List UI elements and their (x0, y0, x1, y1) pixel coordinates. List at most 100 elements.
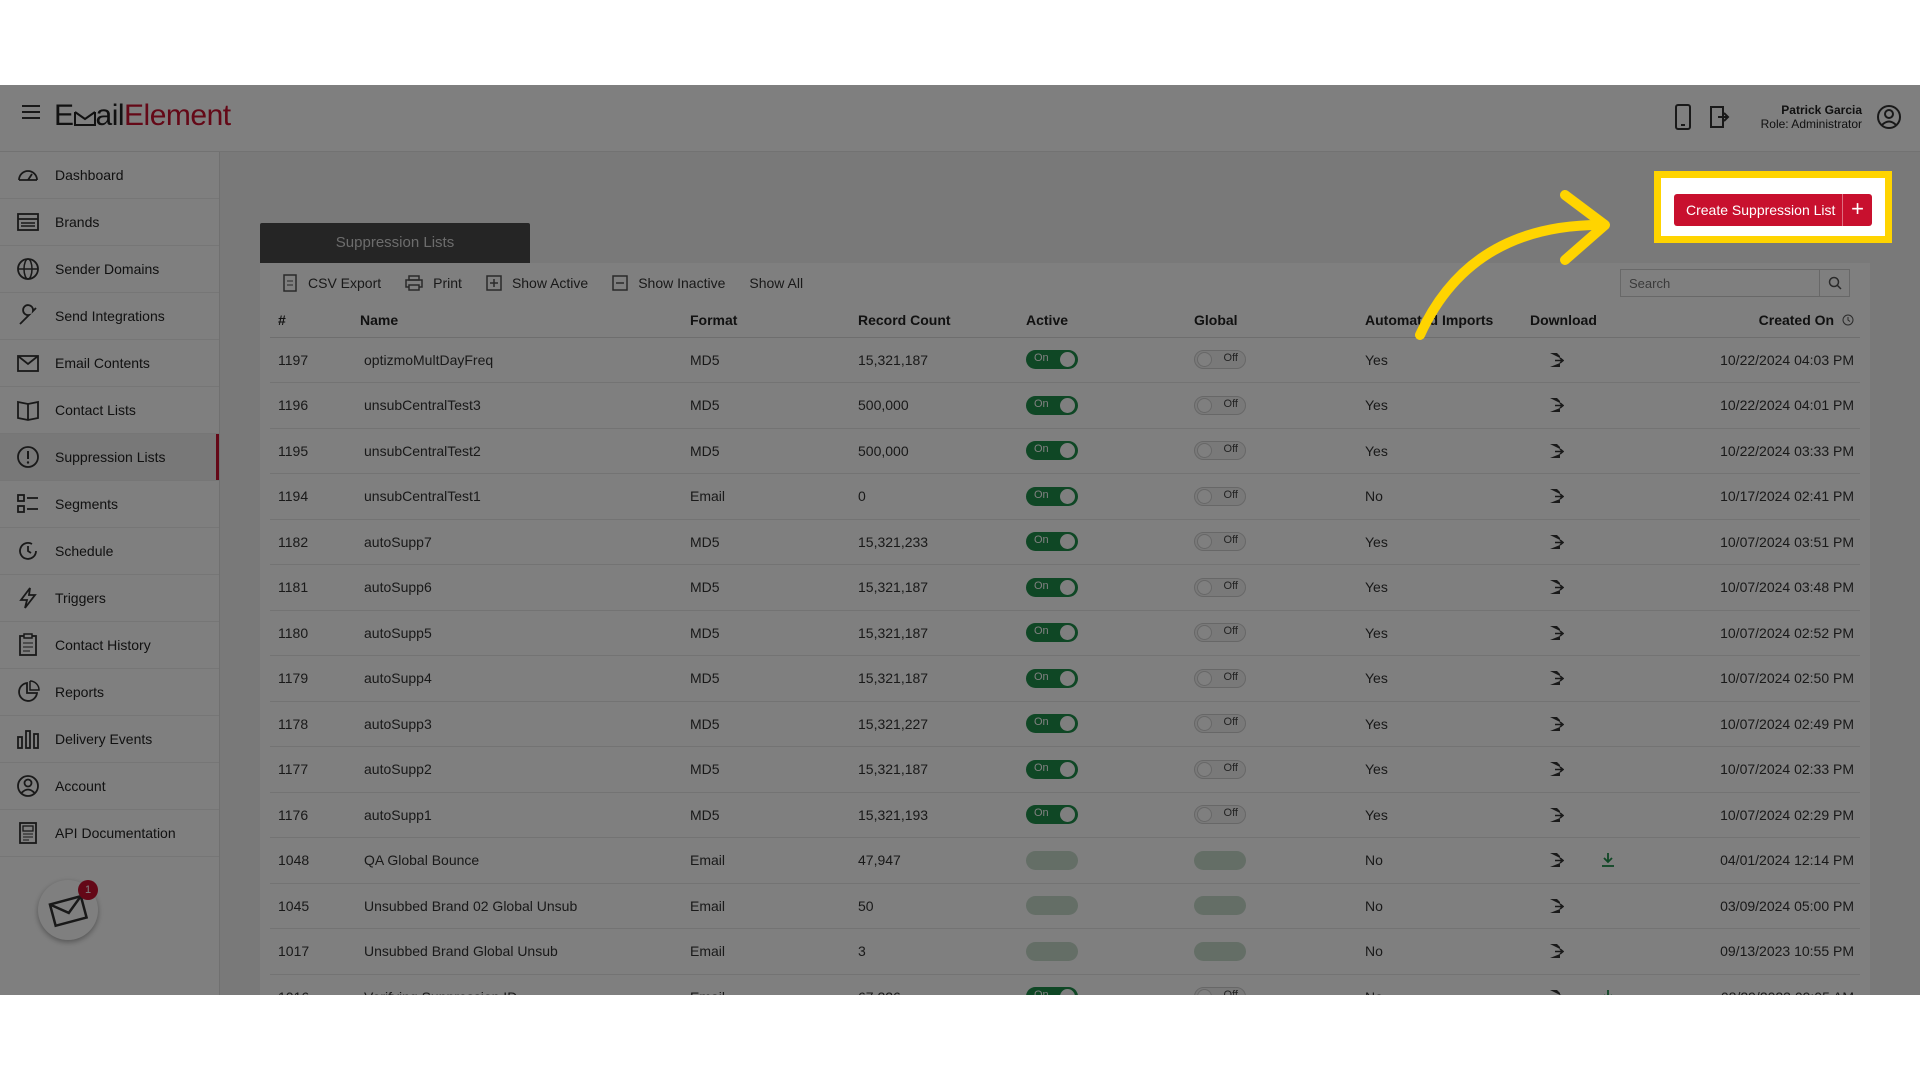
global-toggle[interactable]: Off (1194, 486, 1246, 506)
active-toggle[interactable]: On (1026, 668, 1078, 688)
logout-icon[interactable] (1708, 103, 1730, 131)
sidebar-item-contact-history[interactable]: Contact History (0, 622, 219, 669)
active-toggle[interactable]: On (1026, 987, 1078, 995)
global-toggle[interactable]: Off (1194, 623, 1246, 643)
global-toggle[interactable] (1194, 896, 1246, 916)
export-file-icon[interactable] (1548, 443, 1564, 459)
export-file-icon[interactable] (1548, 534, 1564, 550)
column-header-active[interactable]: Active (1026, 303, 1194, 338)
column-header-name[interactable]: Name (354, 303, 690, 338)
column-header-format[interactable]: Format (690, 303, 858, 338)
table-row[interactable]: 1180 autoSupp5 MD5 15,321,187 On Off Yes 10/07/… (270, 610, 1860, 656)
download-icon[interactable] (1600, 852, 1616, 868)
global-toggle[interactable]: Off (1194, 577, 1246, 597)
active-toggle[interactable]: On (1026, 623, 1078, 643)
global-toggle[interactable]: Off (1194, 987, 1246, 995)
table-row[interactable]: 1017 Unsubbed Brand Global Unsub Email 3 No 0… (270, 928, 1860, 975)
export-file-icon[interactable] (1548, 898, 1564, 914)
global-toggle[interactable]: Off (1194, 441, 1246, 461)
sidebar-item-email-contents[interactable]: Email Contents (0, 340, 219, 387)
user-circle-icon[interactable] (1876, 104, 1902, 130)
show-active-button[interactable]: Show Active (486, 275, 588, 291)
export-file-icon[interactable] (1548, 761, 1564, 777)
active-toggle[interactable]: On (1026, 577, 1078, 597)
export-file-icon[interactable] (1548, 579, 1564, 595)
table-row[interactable]: 1197 optizmoMultDayFreq MD5 15,321,187 On Off… (270, 337, 1860, 383)
sidebar-item-brands[interactable]: Brands (0, 199, 219, 246)
export-file-icon[interactable] (1548, 625, 1564, 641)
active-toggle[interactable]: On (1026, 350, 1078, 370)
active-toggle[interactable] (1026, 850, 1078, 870)
global-toggle[interactable]: Off (1194, 532, 1246, 552)
toggle-knob (1060, 625, 1075, 641)
sidebar-item-account[interactable]: Account (0, 763, 219, 810)
show-all-button[interactable]: Show All (749, 275, 803, 291)
export-file-icon[interactable] (1548, 716, 1564, 732)
sidebar-item-triggers[interactable]: Triggers (0, 575, 219, 622)
download-icon[interactable] (1600, 989, 1616, 995)
active-toggle[interactable]: On (1026, 441, 1078, 461)
export-file-icon[interactable] (1548, 488, 1564, 504)
export-file-icon[interactable] (1548, 352, 1564, 368)
active-toggle[interactable]: On (1026, 395, 1078, 415)
column-header-id[interactable]: # (270, 303, 354, 338)
sidebar-item-contact-lists[interactable]: Contact Lists (0, 387, 219, 434)
column-header-record-count[interactable]: Record Count (858, 303, 1026, 338)
sidebar-item-sender-domains[interactable]: Sender Domains (0, 246, 219, 293)
table-row[interactable]: 1016Verifying Suppression IDEmail67,226 O… (270, 974, 1860, 995)
user-info[interactable]: Patrick Garcia Role: Administrator (1761, 103, 1862, 131)
show-inactive-button[interactable]: Show Inactive (612, 275, 725, 291)
active-toggle[interactable]: On (1026, 805, 1078, 825)
hamburger-menu-icon[interactable] (22, 105, 40, 119)
create-suppression-list-button[interactable]: Create Suppression List + (1674, 194, 1872, 226)
global-toggle[interactable]: Off (1194, 350, 1246, 370)
export-file-icon[interactable] (1548, 943, 1564, 959)
sidebar-item-api-documentation[interactable]: API Documentation (0, 810, 219, 857)
active-toggle[interactable]: On (1026, 486, 1078, 506)
active-toggle[interactable]: On (1026, 532, 1078, 552)
search-input[interactable] (1621, 270, 1819, 296)
print-button[interactable]: Print (405, 275, 462, 291)
export-file-icon[interactable] (1548, 670, 1564, 686)
sidebar-item-suppression-lists[interactable]: Suppression Lists (0, 434, 219, 481)
sidebar-item-send-integrations[interactable]: Send Integrations (0, 293, 219, 340)
table-row[interactable]: 1177 autoSupp2 MD5 15,321,187 On Off Yes 10/07/… (270, 746, 1860, 793)
sidebar-item-delivery-events[interactable]: Delivery Events (0, 716, 219, 763)
global-toggle[interactable]: Off (1194, 668, 1246, 688)
global-toggle[interactable]: Off (1194, 714, 1246, 734)
search-button[interactable] (1819, 270, 1849, 296)
active-toggle[interactable] (1026, 896, 1078, 916)
sidebar-item-schedule[interactable]: Schedule (0, 528, 219, 575)
table-row[interactable]: 1178 autoSupp3 MD5 15,321,227 On Off Yes 10/07/… (270, 701, 1860, 747)
global-toggle[interactable]: Off (1194, 395, 1246, 415)
active-toggle[interactable]: On (1026, 759, 1078, 779)
panel-title-tab[interactable]: Suppression Lists (260, 223, 530, 263)
global-toggle[interactable]: Off (1194, 805, 1246, 825)
active-toggle[interactable] (1026, 941, 1078, 961)
global-toggle[interactable] (1194, 941, 1246, 961)
mobile-phone-icon[interactable] (1672, 103, 1694, 131)
column-header-global[interactable]: Global (1194, 303, 1362, 338)
table-row[interactable]: 1182 autoSupp7 MD5 15,321,233 On Off Yes 10/07/… (270, 519, 1860, 565)
csv-export-button[interactable]: CSV Export (282, 274, 381, 292)
table-row[interactable]: 1179 autoSupp4 MD5 15,321,187 On Off Yes 10/07/… (270, 655, 1860, 702)
table-row[interactable]: 1181 autoSupp6 MD5 15,321,187 On Off Yes 10/07/… (270, 564, 1860, 611)
table-row[interactable]: 1196 unsubCentralTest3 MD5 500,000 On Off Yes 1… (270, 382, 1860, 429)
sidebar-item-segments[interactable]: Segments (0, 481, 219, 528)
export-file-icon[interactable] (1548, 807, 1564, 823)
export-file-icon[interactable] (1548, 852, 1564, 868)
export-file-icon[interactable] (1548, 989, 1564, 995)
table-row[interactable]: 1194 unsubCentralTest1 Email 0 On Off No 10/17/… (270, 473, 1860, 520)
table-row[interactable]: 1048 QA Global Bounce Email 47,947 No 04/01/2… (270, 837, 1860, 884)
app-logo[interactable]: EailElement (54, 99, 231, 133)
sidebar-item-reports[interactable]: Reports (0, 669, 219, 716)
active-toggle[interactable]: On (1026, 714, 1078, 734)
sidebar-item-dashboard[interactable]: Dashboard (0, 152, 219, 199)
table-row[interactable]: 1195 unsubCentralTest2 MD5 500,000 On Off Yes 1… (270, 428, 1860, 474)
column-header-created-on[interactable]: Created On (1680, 303, 1860, 338)
table-row[interactable]: 1045 Unsubbed Brand 02 Global Unsub Email 5… (270, 883, 1860, 929)
table-row[interactable]: 1176 autoSupp1 MD5 15,321,193 On Off Yes 10/07/… (270, 792, 1860, 838)
global-toggle[interactable] (1194, 850, 1246, 870)
export-file-icon[interactable] (1548, 397, 1564, 413)
global-toggle[interactable]: Off (1194, 759, 1246, 779)
